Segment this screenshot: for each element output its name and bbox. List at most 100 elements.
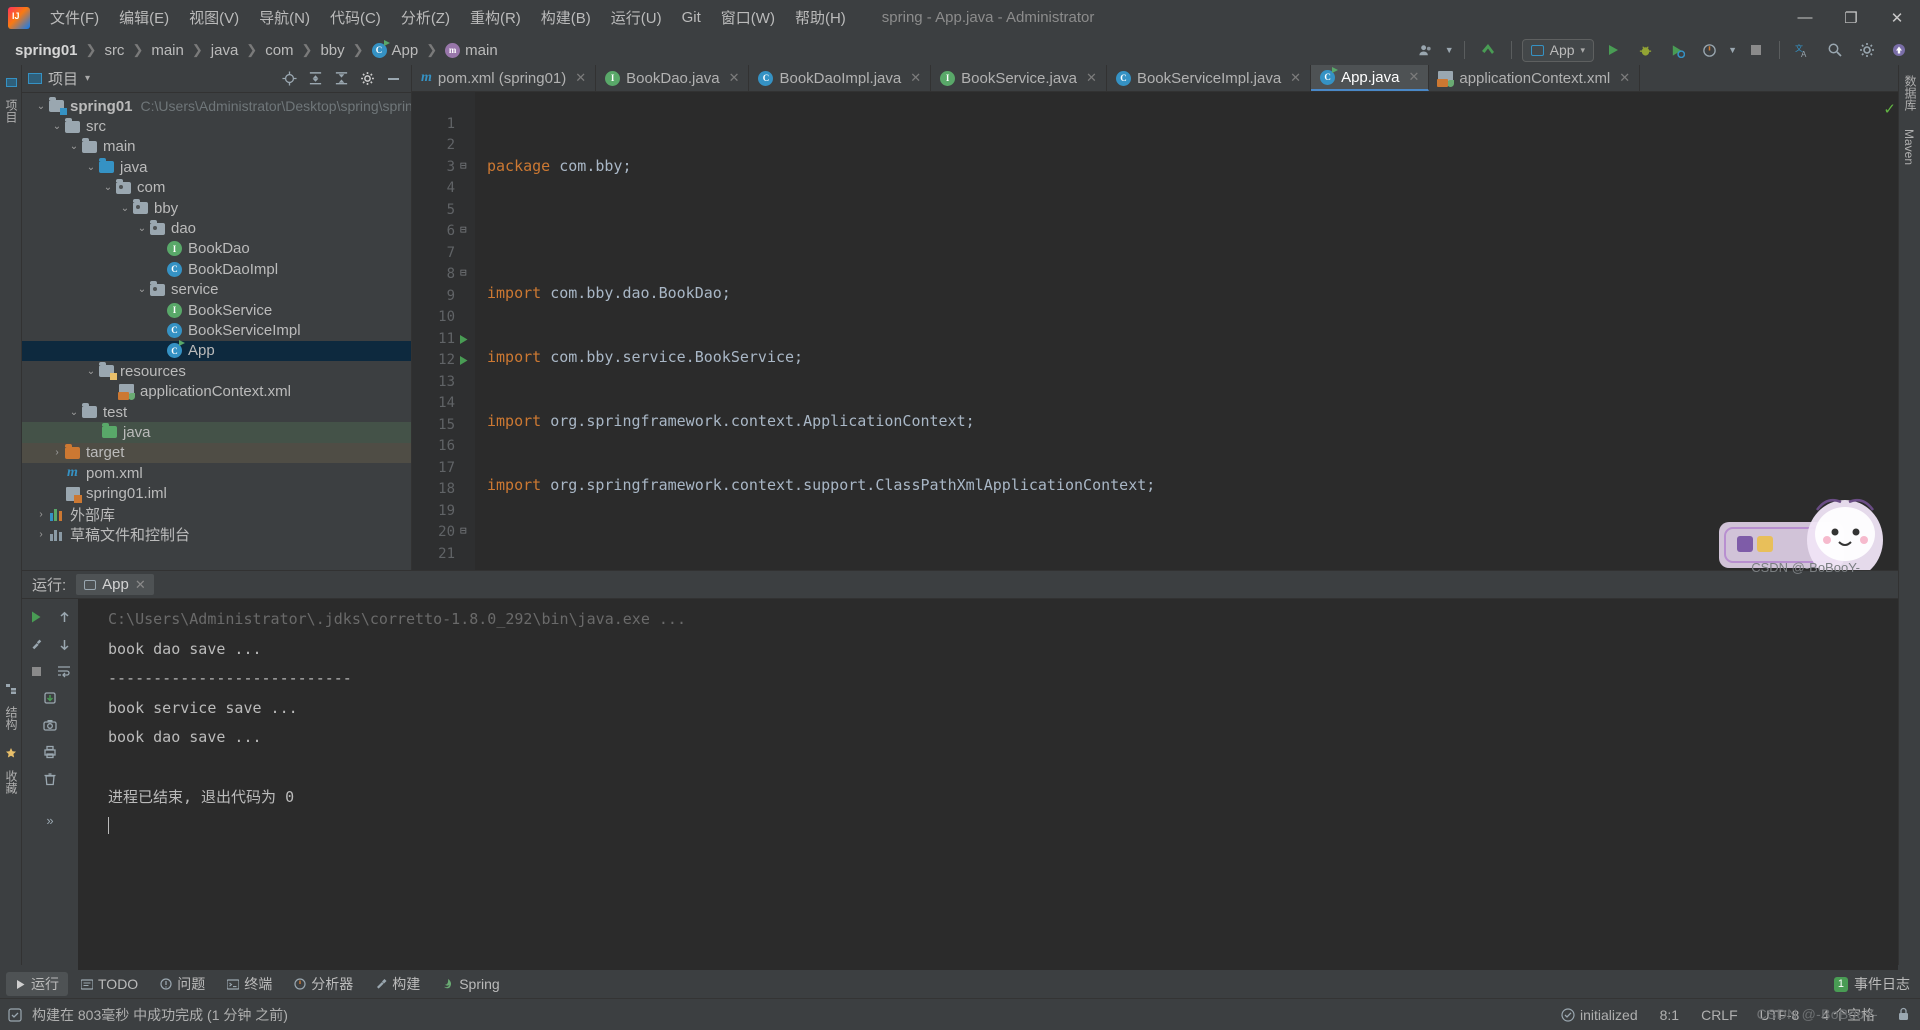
chevron-right-icon[interactable]: › (34, 529, 48, 540)
tree-node-scratches-and-consoles[interactable]: › 草稿文件和控制台 (22, 524, 411, 544)
right-strip-label-maven[interactable]: Maven (1899, 123, 1919, 171)
update-icon[interactable] (1886, 38, 1912, 62)
tool-button-profiler[interactable]: 分析器 (285, 972, 362, 996)
line-separator[interactable]: CRLF (1701, 1007, 1738, 1023)
editor-tab-bookserviceimpl-java[interactable]: C BookServiceImpl.java ✕ (1107, 65, 1312, 91)
tree-node-service[interactable]: ⌄ service (22, 280, 411, 300)
search-icon[interactable] (1822, 38, 1848, 62)
menu-item-file[interactable]: 文件(F) (40, 3, 109, 32)
main-menu[interactable]: 文件(F) 编辑(E) 视图(V) 导航(N) 代码(C) 分析(Z) 重构(R… (40, 0, 856, 35)
debug-button[interactable] (1632, 38, 1658, 62)
chevron-down-icon[interactable]: ⌄ (67, 407, 81, 418)
editor-tabs[interactable]: m pom.xml (spring01) ✕ I BookDao.java ✕ … (412, 65, 1898, 92)
event-log-button[interactable]: 1 事件日志 (1833, 974, 1910, 994)
project-icon[interactable] (0, 71, 22, 93)
tree-node-external-libraries[interactable]: › 外部库 (22, 504, 411, 524)
code-content[interactable]: package com.bby; import com.bby.dao.Book… (475, 92, 1898, 570)
chevron-down-icon[interactable]: ▼ (1445, 45, 1454, 55)
close-icon[interactable]: ✕ (1290, 70, 1301, 86)
locate-icon[interactable] (277, 68, 301, 90)
fold-marker-icon[interactable]: ⊟ (460, 223, 467, 236)
caret-position[interactable]: 8:1 (1660, 1007, 1679, 1023)
tree-node-spring01[interactable]: ⌄ spring01 C:\Users\Administrator\Deskto… (22, 96, 411, 116)
run-with-coverage-button[interactable] (1664, 38, 1690, 62)
chevron-down-icon[interactable]: ▾ (85, 73, 90, 84)
tree-node-java-test[interactable]: java (22, 422, 411, 443)
editor-gutter[interactable]: 1 2 3 4 5 6 7 8 9 10 11 12 13 14 15 16 1… (412, 92, 475, 570)
tree-node-target[interactable]: › target (22, 442, 411, 464)
menu-item-code[interactable]: 代码(C) (320, 3, 391, 32)
fold-marker-icon[interactable]: ⊟ (460, 524, 467, 537)
project-tree[interactable]: ⌄ spring01 C:\Users\Administrator\Deskto… (22, 93, 411, 570)
tree-node-resources[interactable]: ⌄ resources (22, 361, 411, 381)
chevron-right-icon[interactable]: › (50, 447, 64, 458)
tool-button-build[interactable]: 构建 (366, 972, 429, 996)
chevron-down-icon[interactable]: ▼ (1728, 45, 1737, 55)
gear-icon[interactable] (355, 68, 379, 90)
menu-item-window[interactable]: 窗口(W) (711, 3, 785, 32)
menu-item-navigate[interactable]: 导航(N) (249, 3, 320, 32)
left-strip-label-structure[interactable]: 结构 (0, 700, 23, 736)
gutter-run-method-icon[interactable] (458, 355, 470, 367)
editor-tab-app-java[interactable]: C App.java ✕ (1311, 65, 1430, 91)
run-configuration-selector[interactable]: App ▾ (1521, 38, 1595, 62)
tree-node-bby[interactable]: ⌄ bby (22, 198, 411, 218)
stop-icon[interactable] (24, 659, 48, 683)
inspection-status-icon[interactable]: ✓ (1883, 100, 1896, 118)
tool-button-spring[interactable]: Spring (433, 974, 508, 994)
chevron-down-icon[interactable]: ⌄ (101, 182, 115, 193)
breadcrumb-item-com[interactable]: com (262, 41, 296, 60)
menu-item-view[interactable]: 视图(V) (179, 3, 249, 32)
tree-node-java-main[interactable]: ⌄ java (22, 157, 411, 177)
fold-marker-icon[interactable]: ⊟ (460, 266, 467, 279)
chevron-right-icon[interactable]: › (34, 509, 48, 520)
scroll-down-icon[interactable] (52, 632, 76, 656)
menu-item-help[interactable]: 帮助(H) (785, 3, 856, 32)
export-icon[interactable] (38, 686, 62, 710)
tool-button-run[interactable]: 运行 (6, 972, 68, 996)
tree-node-src[interactable]: ⌄ src (22, 116, 411, 136)
stop-button[interactable] (1743, 38, 1769, 62)
close-icon[interactable]: ✕ (1086, 70, 1097, 86)
tool-button-terminal[interactable]: 终端 (218, 972, 281, 996)
close-icon[interactable]: ✕ (1408, 69, 1419, 85)
bookmark-icon[interactable] (0, 742, 22, 764)
chevron-down-icon[interactable]: ⌄ (50, 121, 64, 132)
chevron-down-icon[interactable]: ⌄ (84, 366, 98, 377)
tree-node-com[interactable]: ⌄ com (22, 178, 411, 198)
profile-button[interactable] (1696, 38, 1722, 62)
tree-node-bookservice[interactable]: I BookService (22, 300, 411, 320)
chevron-down-icon[interactable]: ⌄ (34, 101, 48, 112)
tool-button-problems[interactable]: 问题 (151, 972, 214, 996)
more-icon[interactable]: » (38, 808, 62, 832)
tree-node-spring01-iml[interactable]: spring01.iml (22, 483, 411, 503)
translate-icon[interactable]: 文A (1790, 38, 1816, 62)
breadcrumb-item-src[interactable]: src (101, 41, 127, 60)
lock-icon[interactable] (1897, 1007, 1910, 1022)
right-strip-label-database[interactable]: 数据库 (1899, 69, 1920, 117)
close-icon[interactable]: ✕ (729, 70, 740, 86)
tree-node-bookserviceimpl[interactable]: C BookServiceImpl (22, 320, 411, 340)
expand-all-icon[interactable] (303, 68, 327, 90)
chevron-down-icon[interactable]: ⌄ (135, 223, 149, 234)
breadcrumb-item-project[interactable]: spring01 (12, 41, 81, 60)
status-initialized[interactable]: initialized (1561, 1007, 1638, 1023)
minimize-button[interactable]: — (1782, 0, 1828, 35)
tree-node-app[interactable]: C App (22, 340, 411, 362)
chevron-down-icon[interactable]: ⌄ (135, 284, 149, 295)
breadcrumb-item-main[interactable]: main (148, 41, 187, 60)
left-strip-label-project[interactable]: 项目 (0, 93, 23, 129)
structure-icon[interactable] (0, 678, 22, 700)
menu-item-edit[interactable]: 编辑(E) (109, 3, 179, 32)
breadcrumb-item-app[interactable]: C App (369, 39, 422, 60)
chevron-down-icon[interactable]: ⌄ (118, 203, 132, 214)
vcs-update-icon[interactable] (1475, 38, 1501, 62)
close-button[interactable]: ✕ (1874, 0, 1920, 35)
collapse-all-icon[interactable] (329, 68, 353, 90)
breadcrumb-item-main-method[interactable]: m main (442, 41, 501, 60)
hide-icon[interactable] (381, 68, 405, 90)
tool-button-todo[interactable]: TODO (72, 974, 147, 994)
tree-node-test[interactable]: ⌄ test (22, 402, 411, 422)
user-icon[interactable] (1413, 38, 1439, 62)
chevron-down-icon[interactable]: ⌄ (84, 162, 98, 173)
